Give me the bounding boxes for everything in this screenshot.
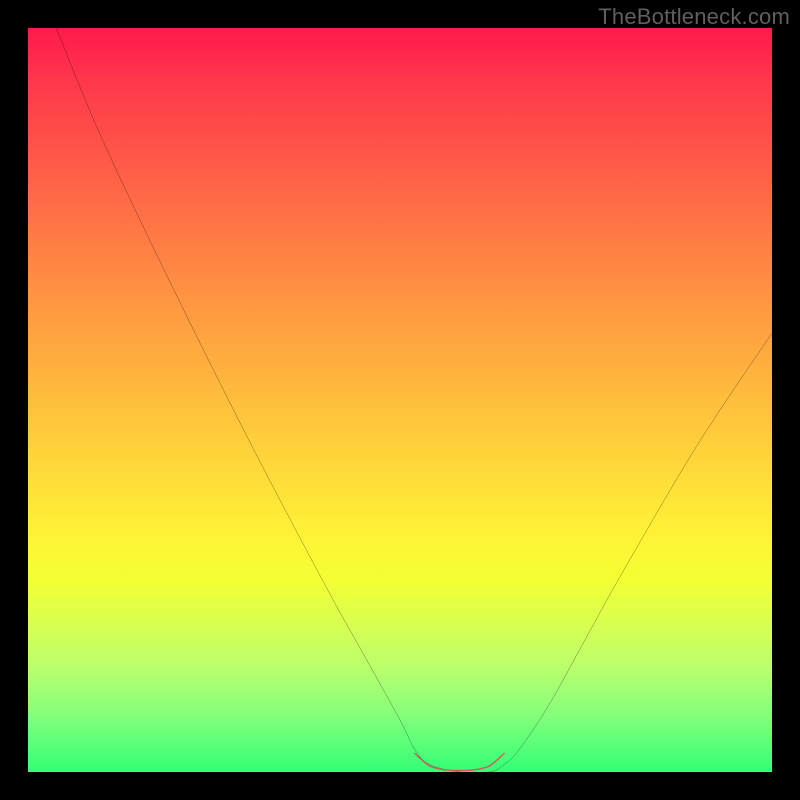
plot-area (28, 28, 772, 772)
watermark-text: TheBottleneck.com (598, 4, 790, 30)
chart-frame: TheBottleneck.com (0, 0, 800, 800)
